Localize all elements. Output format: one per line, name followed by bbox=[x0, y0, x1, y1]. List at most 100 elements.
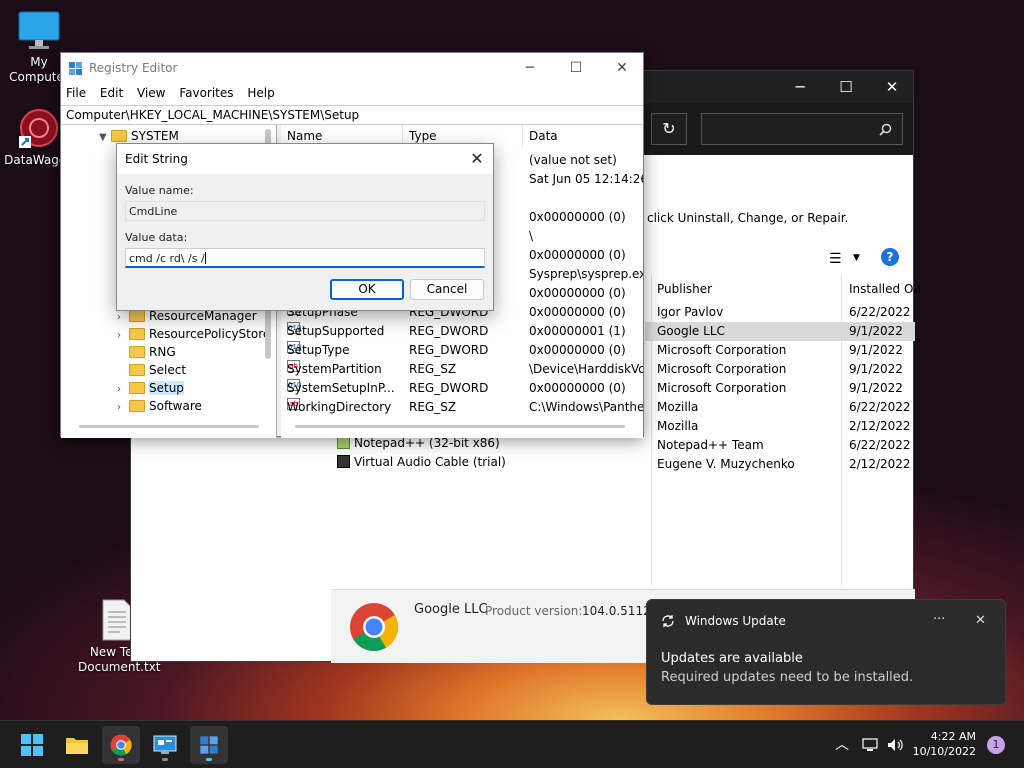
minimize-button[interactable]: ─ bbox=[777, 71, 823, 103]
ok-button[interactable]: OK bbox=[330, 279, 404, 300]
network-icon[interactable] bbox=[862, 737, 880, 753]
windows-logo-icon bbox=[21, 734, 43, 756]
tree-horizontal-scrollbar[interactable] bbox=[79, 425, 259, 428]
system-clock[interactable]: 4:22 AM 10/10/2022 bbox=[910, 729, 976, 759]
chevron-up-icon[interactable]: ︿ bbox=[835, 734, 849, 754]
publisher-cell: Notepad++ Team bbox=[657, 438, 764, 452]
menu-file[interactable]: File bbox=[61, 83, 91, 100]
control-panel-taskbar-button[interactable] bbox=[146, 726, 184, 764]
window-title: Registry Editor bbox=[89, 61, 178, 75]
notification-close-button[interactable]: ✕ bbox=[975, 613, 986, 628]
refresh-button[interactable]: ↻ bbox=[651, 113, 687, 145]
maximize-button[interactable]: ☐ bbox=[553, 53, 599, 83]
running-indicator bbox=[162, 758, 168, 761]
table-row[interactable]: Microsoft Corporation 9/1/2022 bbox=[645, 360, 915, 379]
table-row[interactable]: Notepad++ Team 6/22/2022 bbox=[645, 436, 915, 455]
programs-hint-text: click Uninstall, Change, or Repair. bbox=[647, 211, 849, 225]
search-box[interactable] bbox=[701, 113, 903, 145]
audio-cable-icon bbox=[337, 455, 350, 468]
notification-badge[interactable]: 1 bbox=[987, 736, 1005, 754]
address-bar[interactable]: Computer\HKEY_LOCAL_MACHINE\SYSTEM\Setup bbox=[61, 105, 643, 125]
value-data: 0x00000000 (0) bbox=[529, 248, 626, 262]
value-name-field[interactable]: CmdLine bbox=[125, 201, 485, 221]
menu-edit[interactable]: Edit bbox=[95, 83, 128, 100]
folder-icon bbox=[129, 400, 145, 412]
table-row[interactable]: Mozilla 6/22/2022 bbox=[645, 398, 915, 417]
tree-item-label: Select bbox=[149, 363, 187, 377]
programs-table: Publisher Installed On Igor Pavlov 6/22/2… bbox=[645, 275, 921, 474]
value-type: REG_DWORD bbox=[409, 324, 489, 338]
publisher-cell: Google LLC bbox=[657, 324, 725, 338]
more-options-button[interactable]: ··· bbox=[933, 612, 945, 627]
minimize-button[interactable]: ─ bbox=[507, 53, 553, 83]
date-cell: 2/12/2022 bbox=[849, 419, 911, 433]
chrome-taskbar-button[interactable] bbox=[102, 726, 140, 764]
publisher-cell: Mozilla bbox=[657, 400, 699, 414]
date-cell: 9/1/2022 bbox=[849, 343, 903, 357]
value-row[interactable]: ab WorkingDirectory REG_SZ C:\Windows\Pan… bbox=[281, 398, 643, 417]
menu-help[interactable]: Help bbox=[242, 83, 279, 100]
registry-editor-taskbar-button[interactable] bbox=[190, 726, 228, 764]
view-options-icon[interactable]: ☰ bbox=[829, 251, 842, 267]
value-row[interactable]: ab SystemPartition REG_SZ \Device\Harddis… bbox=[281, 360, 643, 379]
file-explorer-button[interactable] bbox=[58, 726, 96, 764]
tree-item-setup[interactable]: › Setup bbox=[117, 379, 184, 397]
maximize-button[interactable]: ☐ bbox=[823, 71, 869, 103]
cancel-button[interactable]: Cancel bbox=[410, 279, 484, 300]
date-cell: 9/1/2022 bbox=[849, 324, 903, 338]
value-row[interactable]: 010 SetupType REG_DWORD 0x00000000 (0) bbox=[281, 341, 643, 360]
value-data: 0x00000000 (0) bbox=[529, 305, 626, 319]
tree-item-label: Setup bbox=[149, 381, 184, 395]
table-row[interactable]: Eugene V. Muzychenko 2/12/2022 bbox=[645, 455, 915, 474]
publisher-cell: Microsoft Corporation bbox=[657, 362, 787, 376]
table-row-selected[interactable]: Google LLC 9/1/2022 bbox=[645, 322, 915, 341]
start-button[interactable] bbox=[13, 726, 51, 764]
publisher-cell: Microsoft Corporation bbox=[657, 343, 787, 357]
program-name: Notepad++ (32-bit x86) bbox=[354, 436, 500, 450]
table-row[interactable]: Microsoft Corporation 9/1/2022 bbox=[645, 379, 915, 398]
table-row[interactable]: Microsoft Corporation 9/1/2022 bbox=[645, 341, 915, 360]
table-row[interactable]: Igor Pavlov 6/22/2022 bbox=[645, 303, 915, 322]
volume-icon[interactable] bbox=[886, 737, 904, 753]
running-indicator bbox=[206, 758, 212, 761]
folder-icon bbox=[129, 382, 145, 394]
view-dropdown-icon[interactable]: ▼ bbox=[853, 253, 860, 263]
running-indicator bbox=[118, 758, 124, 761]
tree-item-software[interactable]: › Software bbox=[117, 397, 202, 415]
menu-view[interactable]: View bbox=[132, 83, 170, 100]
value-row[interactable]: 010 SetupSupported REG_DWORD 0x00000001 (… bbox=[281, 322, 643, 341]
sync-icon bbox=[662, 615, 674, 627]
menu-favorites[interactable]: Favorites bbox=[174, 83, 238, 100]
refresh-icon: ↻ bbox=[662, 119, 676, 138]
datawagon-icon bbox=[19, 109, 58, 148]
table-row[interactable]: Mozilla 2/12/2022 bbox=[645, 417, 915, 436]
table-header: Publisher Installed On bbox=[645, 275, 921, 303]
values-horizontal-scrollbar[interactable] bbox=[295, 425, 625, 428]
windows-update-notification[interactable]: Windows Update ··· ✕ Updates are availab… bbox=[646, 599, 1006, 705]
tree-item-label: ResourceManager bbox=[149, 309, 257, 323]
notification-app-name: Windows Update bbox=[685, 614, 786, 628]
tree-item-select[interactable]: Select bbox=[117, 361, 186, 379]
column-header-data[interactable]: Data bbox=[523, 125, 643, 147]
dialog-close-button[interactable]: ✕ bbox=[461, 144, 493, 174]
value-data: 0x00000000 (0) bbox=[529, 286, 626, 300]
value-data: 0x00000000 (0) bbox=[529, 343, 626, 357]
close-button[interactable]: ✕ bbox=[869, 71, 915, 103]
value-data-input[interactable]: cmd /c rd\ /s / bbox=[125, 248, 485, 268]
value-row[interactable]: 010 SystemSetupInP... REG_DWORD 0x0000000… bbox=[281, 379, 643, 398]
value-data: \Device\HarddiskVolu bbox=[529, 362, 643, 376]
value-name-label: Value name: bbox=[125, 184, 194, 197]
chevron-right-icon[interactable]: › bbox=[117, 399, 129, 417]
value-type: REG_SZ bbox=[409, 362, 457, 376]
program-name-row[interactable]: Virtual Audio Cable (trial) bbox=[337, 453, 506, 472]
column-header-installed-on[interactable]: Installed On bbox=[849, 275, 921, 303]
publisher-cell: Igor Pavlov bbox=[657, 305, 724, 319]
tree-item-resourcepolicystore[interactable]: › ResourcePolicyStore bbox=[117, 325, 270, 343]
chevron-down-icon[interactable]: ▼ bbox=[99, 129, 111, 147]
menu-bar: File Edit View Favorites Help bbox=[61, 83, 643, 105]
publisher-cell: Mozilla bbox=[657, 419, 699, 433]
help-icon[interactable]: ? bbox=[881, 248, 899, 266]
close-button[interactable]: ✕ bbox=[599, 53, 645, 83]
column-header-publisher[interactable]: Publisher bbox=[657, 275, 712, 303]
tree-item-rng[interactable]: RNG bbox=[117, 343, 176, 361]
